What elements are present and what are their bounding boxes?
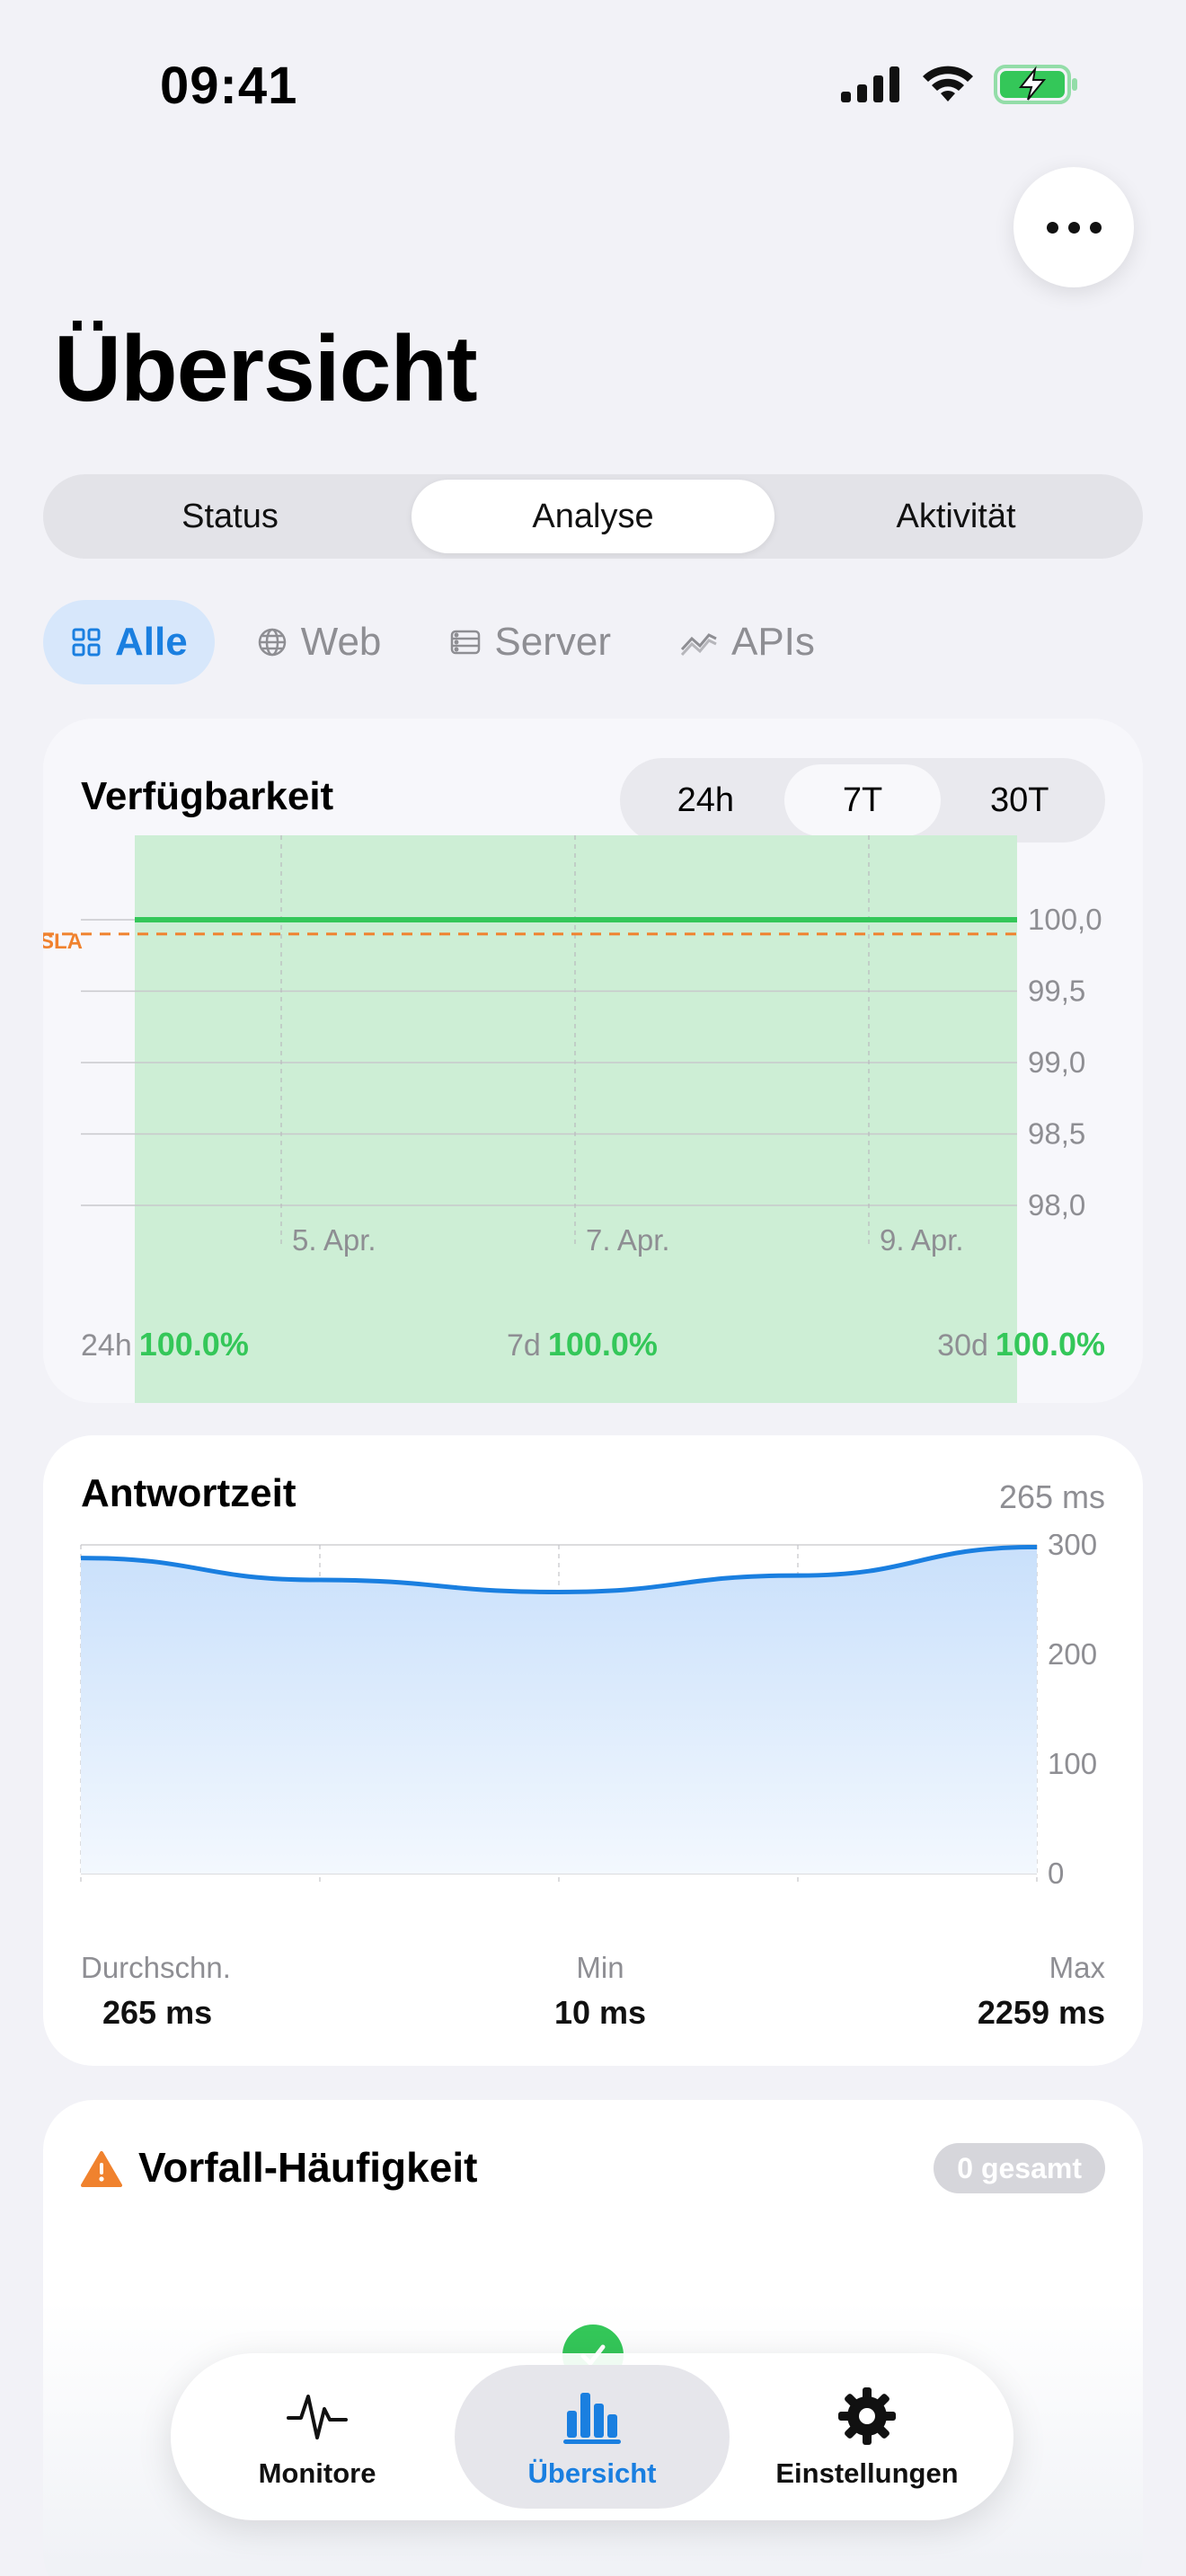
filter-chip-server[interactable]: Server: [422, 600, 638, 684]
tab-uebersicht[interactable]: Übersicht: [455, 2365, 730, 2509]
uptime-value: 100.0%: [547, 1326, 658, 1363]
availability-chart: SLA 100,0 99,5 99,0 98,5 98,0 5. Apr. 7. Apr.…: [43, 835, 1102, 1403]
stat-value: 10 ms: [553, 1994, 647, 2031]
response-time-card: Antwortzeit 265 ms 3002001000 8. Apr., 0…: [43, 1435, 1143, 2066]
response-time-title: Antwortzeit: [81, 1471, 296, 1515]
uptime-period: 24h: [81, 1328, 132, 1363]
warning-icon: [81, 2151, 122, 2187]
incident-frequency-title: Vorfall-Häufigkeit: [138, 2144, 478, 2191]
filter-chips: Alle Web Server APIs: [43, 600, 842, 684]
uptime-30d: 30d 100.0%: [937, 1326, 1105, 1363]
y-tick-label: 200: [1048, 1637, 1097, 1671]
y-tick-label: 99,5: [1028, 975, 1085, 1008]
filter-chip-web[interactable]: Web: [229, 600, 409, 684]
ellipsis-icon: [1046, 221, 1058, 234]
globe-icon: [258, 628, 286, 657]
availability-title: Verfügbarkeit: [81, 774, 334, 818]
gear-icon: [838, 2387, 896, 2445]
stat-value: 265 ms: [102, 1994, 213, 2031]
segment-analyse[interactable]: Analyse: [412, 480, 774, 553]
filter-chip-alle[interactable]: Alle: [43, 600, 215, 684]
segment-status[interactable]: Status: [49, 480, 412, 553]
stat-label: Durchschn.: [81, 1951, 231, 1984]
y-tick-label: 0: [1048, 1857, 1064, 1884]
response-area: [81, 1547, 1037, 1874]
chart-icon: [563, 2393, 621, 2444]
tab-label: Übersicht: [527, 2457, 657, 2489]
uptime-value: 100.0%: [138, 1326, 249, 1363]
pulse-icon: [287, 2395, 348, 2439]
cellular-signal-icon: [841, 66, 899, 102]
tab-label: Einstellungen: [775, 2457, 959, 2489]
stat-avg: Durchschn. 265 ms: [81, 1951, 231, 2032]
sla-label: SLA: [43, 930, 83, 954]
tab-label: Monitore: [258, 2457, 376, 2489]
x-tick-label: 9. Apr.: [880, 1223, 964, 1257]
more-options-button[interactable]: [1013, 167, 1134, 287]
response-time-chart: 3002001000 8. Apr., 00 Uhr8. Apr., 12 Uh…: [80, 1534, 1097, 1884]
uptime-7d: 7d 100.0%: [507, 1326, 658, 1363]
filter-chip-apis[interactable]: APIs: [652, 600, 842, 684]
y-tick-label: 98,5: [1028, 1117, 1085, 1151]
view-segmented-control: Status Analyse Aktivität: [43, 474, 1143, 559]
status-icons: [841, 65, 1080, 104]
response-time-current: 265 ms: [998, 1478, 1105, 1515]
segment-aktivitaet[interactable]: Aktivität: [774, 480, 1137, 553]
page-title: Übersicht: [54, 317, 478, 421]
stat-value: 2259 ms: [977, 1994, 1105, 2031]
incident-total-badge: 0 gesamt: [934, 2143, 1105, 2193]
availability-card: Verfügbarkeit 24h 7T 30T SLA 100,0 99,5 99…: [43, 719, 1143, 1403]
uptime-period: 7d: [507, 1328, 541, 1363]
x-tick-label: 5. Apr.: [292, 1223, 376, 1257]
stat-max: Max 2259 ms: [978, 1951, 1105, 2032]
server-icon: [451, 630, 481, 655]
stat-label: Max: [1049, 1951, 1105, 1984]
range-7t[interactable]: 7T: [783, 764, 942, 836]
range-24h[interactable]: 24h: [627, 764, 784, 836]
tab-monitore[interactable]: Monitore: [180, 2365, 455, 2509]
filter-chip-label: Alle: [115, 620, 188, 664]
api-icon: [680, 633, 717, 657]
filter-chip-label: Server: [494, 620, 611, 664]
grid-icon: [72, 628, 101, 657]
x-tick-label: 7. Apr.: [586, 1223, 670, 1257]
battery-charging-icon: [994, 65, 1077, 104]
uptime-value: 100.0%: [995, 1326, 1105, 1363]
wifi-icon: [923, 66, 973, 101]
filter-chip-label: APIs: [730, 620, 815, 664]
tab-einstellungen[interactable]: Einstellungen: [730, 2365, 1005, 2509]
range-segmented-control: 24h 7T 30T: [620, 758, 1105, 842]
y-tick-label: 98,0: [1028, 1188, 1085, 1222]
tab-bar: Monitore Übersicht Einstellungen: [171, 2353, 1013, 2520]
status-time: 09:41: [160, 57, 298, 115]
stat-min: Min 10 ms: [528, 1951, 672, 2032]
y-tick-label: 100,0: [1028, 903, 1102, 936]
filter-chip-label: Web: [300, 620, 382, 664]
y-tick-label: 300: [1048, 1534, 1097, 1561]
range-30t[interactable]: 30T: [941, 764, 1098, 836]
uptime-period: 30d: [937, 1328, 988, 1363]
y-tick-label: 100: [1048, 1747, 1097, 1780]
stat-label: Min: [576, 1951, 624, 1984]
uptime-24h: 24h 100.0%: [81, 1326, 249, 1363]
y-tick-label: 99,0: [1028, 1045, 1085, 1079]
